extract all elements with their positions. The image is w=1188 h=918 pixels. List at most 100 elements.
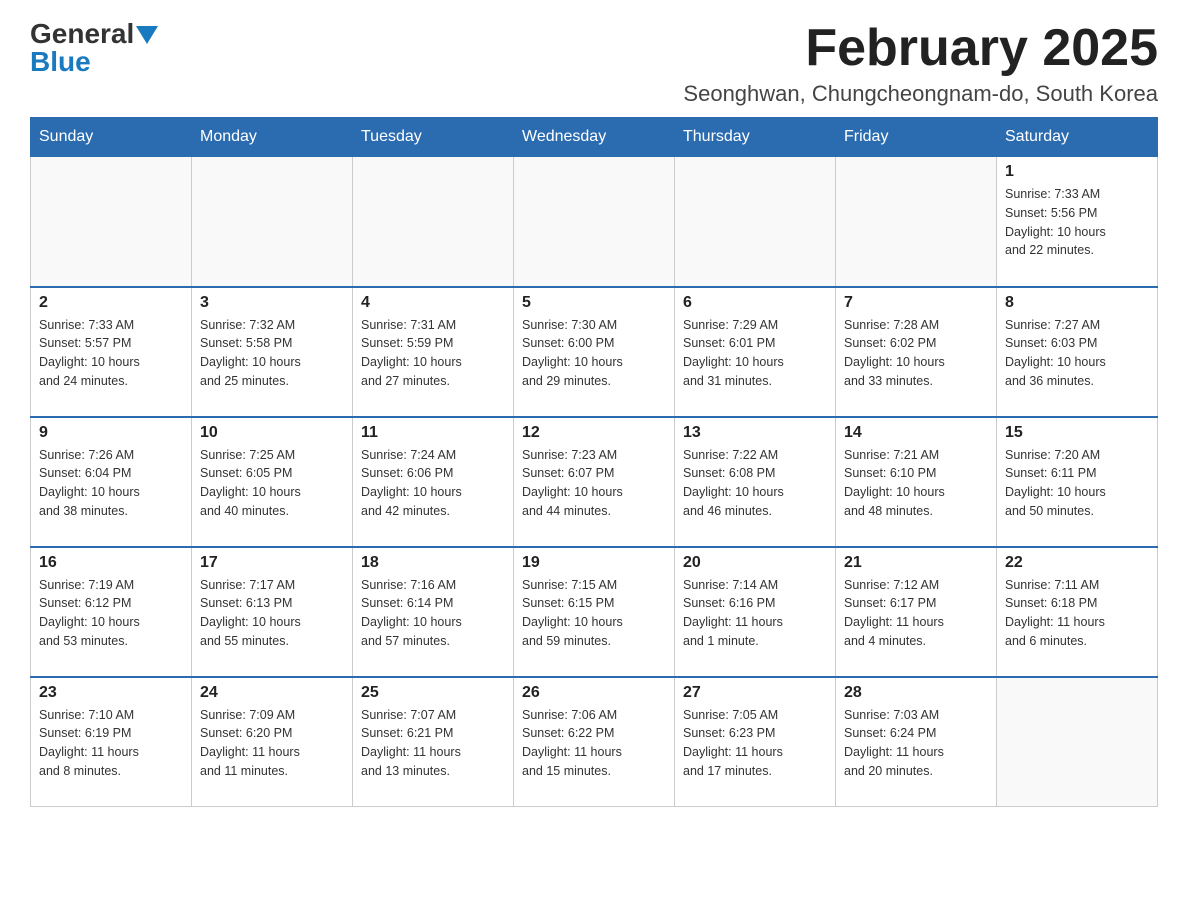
day-number: 17 [200, 554, 344, 572]
calendar-header-row: SundayMondayTuesdayWednesdayThursdayFrid… [31, 118, 1158, 157]
calendar-week-row: 23 Sunrise: 7:10 AMSunset: 6:19 PMDayligh… [31, 677, 1158, 807]
calendar-cell [192, 157, 353, 287]
calendar-week-row: 9 Sunrise: 7:26 AMSunset: 6:04 PMDaylight… [31, 417, 1158, 547]
calendar-cell [31, 157, 192, 287]
column-header-tuesday: Tuesday [353, 118, 514, 157]
logo-blue-text: Blue [30, 48, 91, 76]
day-info: Sunrise: 7:03 AMSunset: 6:24 PMDaylight:… [844, 706, 988, 781]
day-number: 4 [361, 294, 505, 312]
calendar-cell: 19 Sunrise: 7:15 AMSunset: 6:15 PMDayligh… [514, 547, 675, 677]
month-year-title: February 2025 [683, 20, 1158, 77]
day-info: Sunrise: 7:20 AMSunset: 6:11 PMDaylight:… [1005, 446, 1149, 521]
day-number: 15 [1005, 424, 1149, 442]
day-info: Sunrise: 7:10 AMSunset: 6:19 PMDaylight:… [39, 706, 183, 781]
logo: General Blue [30, 20, 158, 76]
calendar-cell: 4 Sunrise: 7:31 AMSunset: 5:59 PMDaylight… [353, 287, 514, 417]
day-number: 10 [200, 424, 344, 442]
day-number: 1 [1005, 163, 1149, 181]
day-info: Sunrise: 7:09 AMSunset: 6:20 PMDaylight:… [200, 706, 344, 781]
day-info: Sunrise: 7:05 AMSunset: 6:23 PMDaylight:… [683, 706, 827, 781]
day-info: Sunrise: 7:16 AMSunset: 6:14 PMDaylight:… [361, 576, 505, 651]
calendar-cell: 27Sunrise: 7:05 AMSunset: 6:23 PMDayligh… [675, 677, 836, 807]
calendar-cell: 14 Sunrise: 7:21 AMSunset: 6:10 PMDayligh… [836, 417, 997, 547]
day-info: Sunrise: 7:33 AMSunset: 5:57 PMDaylight:… [39, 316, 183, 391]
day-number: 21 [844, 554, 988, 572]
calendar-cell [836, 157, 997, 287]
day-number: 3 [200, 294, 344, 312]
day-info: Sunrise: 7:07 AMSunset: 6:21 PMDaylight:… [361, 706, 505, 781]
calendar-cell: 25 Sunrise: 7:07 AMSunset: 6:21 PMDayligh… [353, 677, 514, 807]
calendar-cell: 21 Sunrise: 7:12 AMSunset: 6:17 PMDayligh… [836, 547, 997, 677]
day-info: Sunrise: 7:23 AMSunset: 6:07 PMDaylight:… [522, 446, 666, 521]
column-header-sunday: Sunday [31, 118, 192, 157]
column-header-thursday: Thursday [675, 118, 836, 157]
calendar-cell: 10 Sunrise: 7:25 AMSunset: 6:05 PMDayligh… [192, 417, 353, 547]
day-info: Sunrise: 7:14 AMSunset: 6:16 PMDaylight:… [683, 576, 827, 651]
day-number: 8 [1005, 294, 1149, 312]
day-number: 13 [683, 424, 827, 442]
day-number: 25 [361, 684, 505, 702]
calendar-cell: 28 Sunrise: 7:03 AMSunset: 6:24 PMDayligh… [836, 677, 997, 807]
day-info: Sunrise: 7:11 AMSunset: 6:18 PMDaylight:… [1005, 576, 1149, 651]
calendar-cell [514, 157, 675, 287]
day-info: Sunrise: 7:33 AMSunset: 5:56 PMDaylight:… [1005, 185, 1149, 260]
day-number: 23 [39, 684, 183, 702]
calendar-week-row: 1 Sunrise: 7:33 AMSunset: 5:56 PMDaylight… [31, 157, 1158, 287]
calendar-cell: 22 Sunrise: 7:11 AMSunset: 6:18 PMDayligh… [997, 547, 1158, 677]
day-number: 24 [200, 684, 344, 702]
day-info: Sunrise: 7:24 AMSunset: 6:06 PMDaylight:… [361, 446, 505, 521]
day-number: 14 [844, 424, 988, 442]
calendar-cell: 17 Sunrise: 7:17 AMSunset: 6:13 PMDayligh… [192, 547, 353, 677]
calendar-cell: 6Sunrise: 7:29 AMSunset: 6:01 PMDaylight… [675, 287, 836, 417]
calendar-cell [353, 157, 514, 287]
day-info: Sunrise: 7:12 AMSunset: 6:17 PMDaylight:… [844, 576, 988, 651]
day-number: 11 [361, 424, 505, 442]
day-info: Sunrise: 7:28 AMSunset: 6:02 PMDaylight:… [844, 316, 988, 391]
day-info: Sunrise: 7:15 AMSunset: 6:15 PMDaylight:… [522, 576, 666, 651]
calendar-cell: 2 Sunrise: 7:33 AMSunset: 5:57 PMDaylight… [31, 287, 192, 417]
column-header-monday: Monday [192, 118, 353, 157]
logo-general-text: General [30, 20, 134, 48]
day-info: Sunrise: 7:22 AMSunset: 6:08 PMDaylight:… [683, 446, 827, 521]
day-number: 20 [683, 554, 827, 572]
calendar-cell: 23 Sunrise: 7:10 AMSunset: 6:19 PMDayligh… [31, 677, 192, 807]
day-info: Sunrise: 7:06 AMSunset: 6:22 PMDaylight:… [522, 706, 666, 781]
day-number: 9 [39, 424, 183, 442]
calendar-table: SundayMondayTuesdayWednesdayThursdayFrid… [30, 117, 1158, 807]
calendar-cell: 26Sunrise: 7:06 AMSunset: 6:22 PMDayligh… [514, 677, 675, 807]
day-info: Sunrise: 7:31 AMSunset: 5:59 PMDaylight:… [361, 316, 505, 391]
calendar-cell: 5Sunrise: 7:30 AMSunset: 6:00 PMDaylight… [514, 287, 675, 417]
calendar-cell: 13 Sunrise: 7:22 AMSunset: 6:08 PMDayligh… [675, 417, 836, 547]
calendar-cell [997, 677, 1158, 807]
day-number: 6 [683, 294, 827, 312]
calendar-cell: 11 Sunrise: 7:24 AMSunset: 6:06 PMDayligh… [353, 417, 514, 547]
day-number: 28 [844, 684, 988, 702]
day-info: Sunrise: 7:25 AMSunset: 6:05 PMDaylight:… [200, 446, 344, 521]
calendar-cell: 24 Sunrise: 7:09 AMSunset: 6:20 PMDayligh… [192, 677, 353, 807]
calendar-cell: 7 Sunrise: 7:28 AMSunset: 6:02 PMDaylight… [836, 287, 997, 417]
day-number: 7 [844, 294, 988, 312]
day-info: Sunrise: 7:21 AMSunset: 6:10 PMDaylight:… [844, 446, 988, 521]
day-info: Sunrise: 7:27 AMSunset: 6:03 PMDaylight:… [1005, 316, 1149, 391]
calendar-cell: 3 Sunrise: 7:32 AMSunset: 5:58 PMDaylight… [192, 287, 353, 417]
column-header-saturday: Saturday [997, 118, 1158, 157]
calendar-week-row: 16 Sunrise: 7:19 AMSunset: 6:12 PMDayligh… [31, 547, 1158, 677]
column-header-wednesday: Wednesday [514, 118, 675, 157]
calendar-cell: 20 Sunrise: 7:14 AMSunset: 6:16 PMDayligh… [675, 547, 836, 677]
day-number: 2 [39, 294, 183, 312]
day-info: Sunrise: 7:32 AMSunset: 5:58 PMDaylight:… [200, 316, 344, 391]
day-number: 19 [522, 554, 666, 572]
day-info: Sunrise: 7:17 AMSunset: 6:13 PMDaylight:… [200, 576, 344, 651]
logo-triangle-icon [136, 26, 158, 44]
day-info: Sunrise: 7:19 AMSunset: 6:12 PMDaylight:… [39, 576, 183, 651]
calendar-cell: 16 Sunrise: 7:19 AMSunset: 6:12 PMDayligh… [31, 547, 192, 677]
day-number: 18 [361, 554, 505, 572]
day-number: 22 [1005, 554, 1149, 572]
day-number: 16 [39, 554, 183, 572]
day-number: 12 [522, 424, 666, 442]
title-block: February 2025 Seonghwan, Chungcheongnam-… [683, 20, 1158, 107]
day-info: Sunrise: 7:26 AMSunset: 6:04 PMDaylight:… [39, 446, 183, 521]
calendar-cell [675, 157, 836, 287]
calendar-cell: 15 Sunrise: 7:20 AMSunset: 6:11 PMDayligh… [997, 417, 1158, 547]
calendar-week-row: 2 Sunrise: 7:33 AMSunset: 5:57 PMDaylight… [31, 287, 1158, 417]
